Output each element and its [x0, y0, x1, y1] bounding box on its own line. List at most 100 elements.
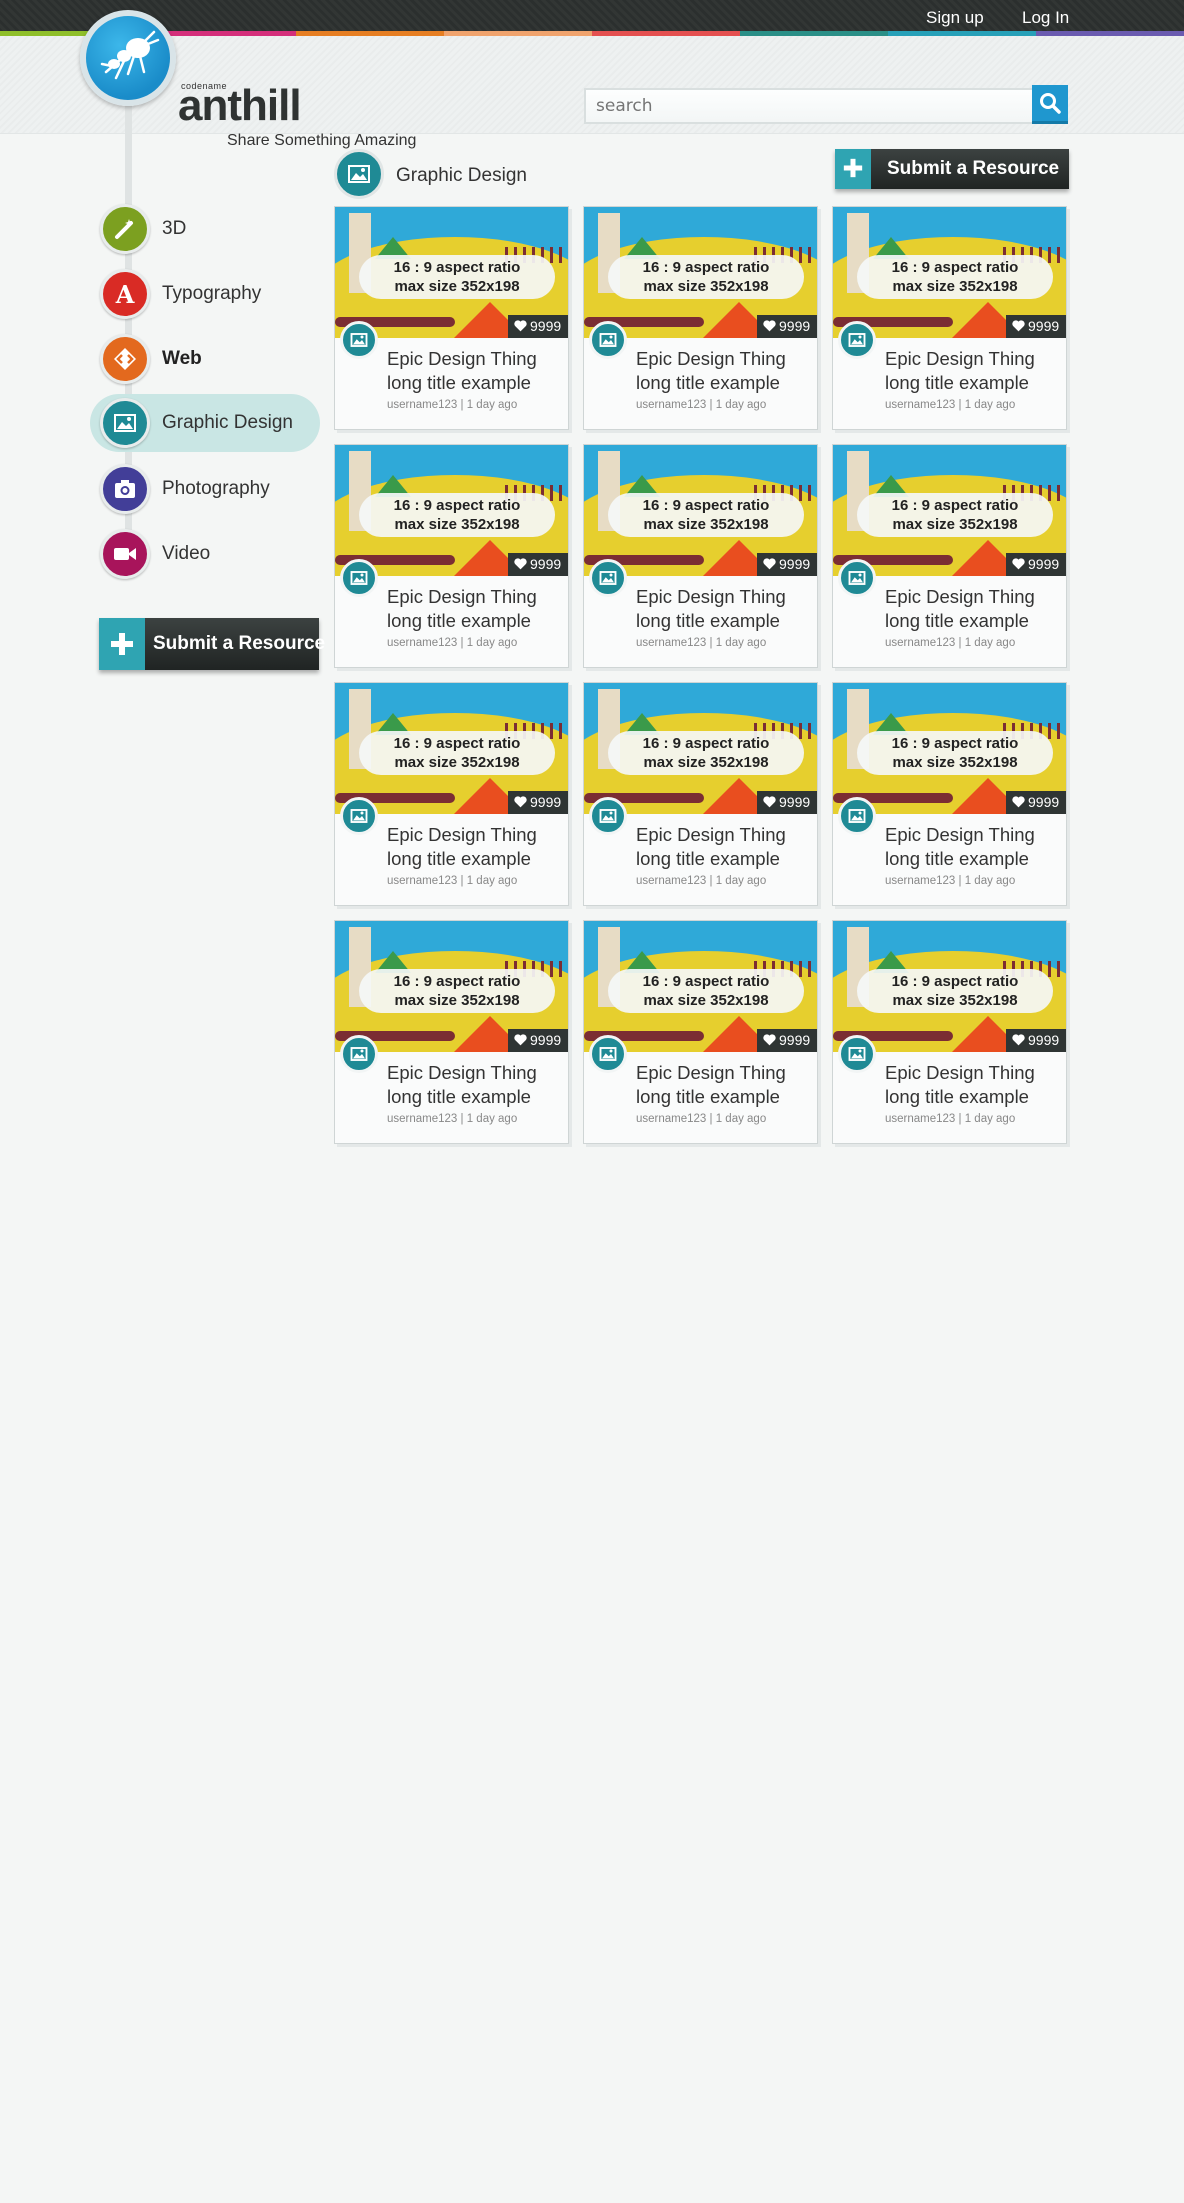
placeholder-line: max size 352x198 — [643, 992, 769, 1009]
likes-badge[interactable]: 9999 — [1006, 1029, 1066, 1052]
category-title: Graphic Design — [396, 165, 527, 186]
resource-card[interactable]: 16 : 9 aspect ratio max size 352x198 9999 E… — [832, 206, 1067, 430]
likes-badge[interactable]: 9999 — [757, 553, 817, 576]
image-icon — [340, 1035, 378, 1073]
image-icon — [838, 797, 876, 835]
image-icon — [589, 321, 627, 359]
card-title[interactable]: Epic Design Thing long title example — [885, 585, 1063, 633]
placeholder-line: 16 : 9 aspect ratio — [891, 497, 1019, 514]
likes-badge[interactable]: 9999 — [1006, 791, 1066, 814]
letter-a-icon: A — [100, 269, 150, 319]
svg-text:A: A — [115, 282, 135, 306]
resource-card[interactable]: 16 : 9 aspect ratio max size 352x198 9999 E… — [583, 444, 818, 668]
placeholder-line: max size 352x198 — [394, 754, 520, 771]
logo-name[interactable]: anthill — [178, 84, 302, 128]
placeholder-line: 16 : 9 aspect ratio — [642, 259, 770, 276]
sidebar-item-3d[interactable]: 3D — [90, 200, 320, 258]
resource-card[interactable]: 16 : 9 aspect ratio max size 352x198 9999 E… — [832, 682, 1067, 906]
resource-card[interactable]: 16 : 9 aspect ratio max size 352x198 9999 E… — [583, 206, 818, 430]
thumbnail-placeholder-label: 16 : 9 aspect ratio max size 352x198 — [608, 969, 804, 1013]
submit-resource-button[interactable]: Submit a Resource — [99, 618, 325, 670]
card-title[interactable]: Epic Design Thing long title example — [885, 823, 1063, 871]
card-title[interactable]: Epic Design Thing long title example — [636, 585, 814, 633]
placeholder-line: max size 352x198 — [892, 754, 1018, 771]
placeholder-line: max size 352x198 — [892, 992, 1018, 1009]
sidebar-item-label: Photography — [162, 478, 270, 499]
image-icon — [838, 1035, 876, 1073]
likes-badge[interactable]: 9999 — [508, 791, 568, 814]
resource-card[interactable]: 16 : 9 aspect ratio max size 352x198 9999 E… — [334, 920, 569, 1144]
likes-badge[interactable]: 9999 — [508, 315, 568, 338]
likes-badge[interactable]: 9999 — [1006, 315, 1066, 338]
signup-link[interactable]: Sign up — [926, 8, 984, 28]
card-title[interactable]: Epic Design Thing long title example — [885, 1061, 1063, 1109]
likes-badge[interactable]: 9999 — [508, 553, 568, 576]
likes-badge[interactable]: 9999 — [757, 1029, 817, 1052]
heart-icon — [514, 318, 530, 334]
resource-card[interactable]: 16 : 9 aspect ratio max size 352x198 9999 E… — [583, 682, 818, 906]
resource-card[interactable]: 16 : 9 aspect ratio max size 352x198 9999 E… — [334, 206, 569, 430]
wand-icon — [100, 204, 150, 254]
placeholder-line: 16 : 9 aspect ratio — [393, 259, 521, 276]
image-icon — [340, 559, 378, 597]
top-bar: Sign up Log In — [0, 0, 1184, 36]
card-meta: username123 | 1 day ago — [885, 637, 1016, 649]
tagline: Share Something Amazing — [227, 132, 417, 149]
card-meta: username123 | 1 day ago — [636, 875, 767, 887]
likes-badge[interactable]: 9999 — [508, 1029, 568, 1052]
code-diamond-icon — [100, 334, 150, 384]
video-camera-icon — [100, 529, 150, 579]
likes-badge[interactable]: 9999 — [757, 791, 817, 814]
sidebar-item-web[interactable]: Web — [90, 330, 320, 388]
likes-badge[interactable]: 9999 — [1006, 553, 1066, 576]
thumbnail-placeholder-label: 16 : 9 aspect ratio max size 352x198 — [608, 493, 804, 537]
submit-resource-button-top[interactable]: Submit a Resource — [835, 149, 1069, 189]
thumbnail-placeholder-label: 16 : 9 aspect ratio max size 352x198 — [359, 255, 555, 299]
card-title[interactable]: Epic Design Thing long title example — [636, 347, 814, 395]
resource-card[interactable]: 16 : 9 aspect ratio max size 352x198 9999 E… — [832, 444, 1067, 668]
likes-count: 9999 — [1028, 556, 1060, 572]
search-input[interactable] — [584, 88, 1034, 124]
image-icon — [100, 398, 150, 448]
likes-badge[interactable]: 9999 — [757, 315, 817, 338]
card-title[interactable]: Epic Design Thing long title example — [387, 585, 565, 633]
card-meta: username123 | 1 day ago — [387, 637, 518, 649]
card-title[interactable]: Epic Design Thing long title example — [636, 823, 814, 871]
placeholder-line: max size 352x198 — [643, 278, 769, 295]
placeholder-line: max size 352x198 — [394, 516, 520, 533]
thumbnail-placeholder-label: 16 : 9 aspect ratio max size 352x198 — [359, 731, 555, 775]
card-title[interactable]: Epic Design Thing long title example — [885, 347, 1063, 395]
resource-card[interactable]: 16 : 9 aspect ratio max size 352x198 9999 E… — [583, 920, 818, 1144]
resource-card[interactable]: 16 : 9 aspect ratio max size 352x198 9999 E… — [832, 920, 1067, 1144]
sidebar-item-video[interactable]: Video — [90, 525, 320, 583]
card-meta: username123 | 1 day ago — [885, 875, 1016, 887]
sidebar-item-graphic-design[interactable]: Graphic Design — [90, 394, 320, 452]
placeholder-line: 16 : 9 aspect ratio — [393, 497, 521, 514]
thumbnail-placeholder-label: 16 : 9 aspect ratio max size 352x198 — [359, 493, 555, 537]
sidebar-item-photography[interactable]: Photography — [90, 460, 320, 518]
card-title[interactable]: Epic Design Thing long title example — [636, 1061, 814, 1109]
search-button[interactable] — [1032, 85, 1068, 124]
heart-icon — [763, 1032, 779, 1048]
login-link[interactable]: Log In — [1022, 8, 1069, 28]
card-title[interactable]: Epic Design Thing long title example — [387, 1061, 565, 1109]
resource-card[interactable]: 16 : 9 aspect ratio max size 352x198 9999 E… — [334, 444, 569, 668]
sidebar-item-typography[interactable]: A Typography — [90, 265, 320, 323]
placeholder-line: 16 : 9 aspect ratio — [891, 259, 1019, 276]
plus-icon — [99, 618, 145, 670]
thumbnail-placeholder-label: 16 : 9 aspect ratio max size 352x198 — [857, 731, 1053, 775]
placeholder-line: 16 : 9 aspect ratio — [891, 973, 1019, 990]
heart-icon — [1012, 1032, 1028, 1048]
image-icon — [589, 797, 627, 835]
thumbnail-placeholder-label: 16 : 9 aspect ratio max size 352x198 — [857, 493, 1053, 537]
placeholder-line: max size 352x198 — [394, 278, 520, 295]
heart-icon — [1012, 318, 1028, 334]
likes-count: 9999 — [1028, 1032, 1060, 1048]
heart-icon — [514, 556, 530, 572]
card-title[interactable]: Epic Design Thing long title example — [387, 823, 565, 871]
resource-card[interactable]: 16 : 9 aspect ratio max size 352x198 9999 E… — [334, 682, 569, 906]
card-title[interactable]: Epic Design Thing long title example — [387, 347, 565, 395]
logo-ant-icon[interactable] — [80, 10, 176, 106]
likes-count: 9999 — [530, 1032, 562, 1048]
image-icon — [838, 559, 876, 597]
